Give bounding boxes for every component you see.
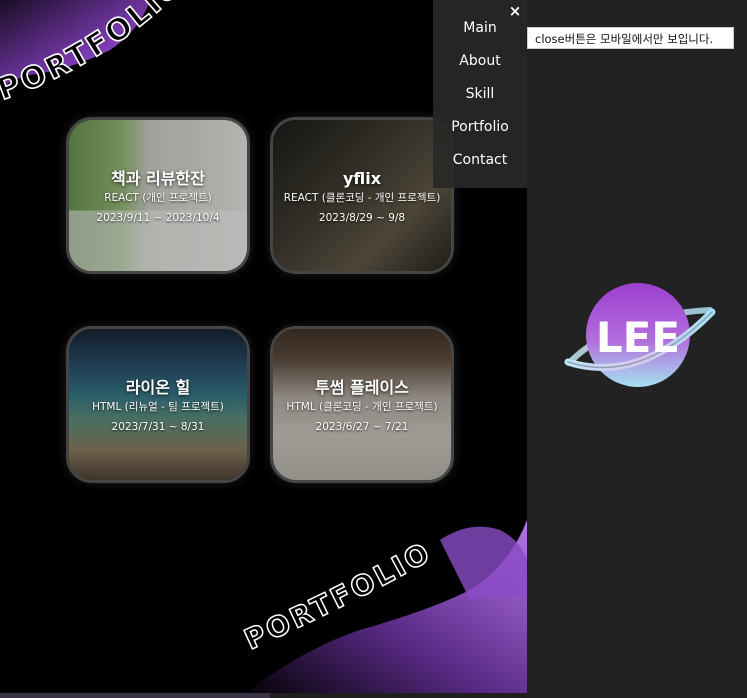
project-subtitle: HTML (리뉴얼 - 팀 프로젝트) <box>92 401 224 413</box>
nav-item-about[interactable]: About <box>433 51 527 71</box>
nav-item-skill[interactable]: Skill <box>433 84 527 104</box>
project-card[interactable]: 라이온 힐 HTML (리뉴얼 - 팀 프로젝트) 2023/7/31 ~ 8/… <box>66 326 250 483</box>
close-button[interactable]: × <box>508 2 522 20</box>
project-card[interactable]: yflix REACT (클론코딩 - 개인 프로젝트) 2023/8/29 ~… <box>270 117 454 274</box>
project-date: 2023/7/31 ~ 8/31 <box>111 421 205 433</box>
project-date: 2023/6/27 ~ 7/21 <box>315 421 409 433</box>
project-title: 투썸 플레이스 <box>315 378 409 397</box>
project-title: 라이온 힐 <box>125 378 191 397</box>
project-title: 책과 리뷰한잔 <box>111 169 205 188</box>
nav-item-contact[interactable]: Contact <box>433 150 527 170</box>
project-date: 2023/9/11 ~ 2023/10/4 <box>96 212 220 224</box>
lee-logo: LEE <box>564 283 716 387</box>
project-subtitle: REACT (개인 프로젝트) <box>104 192 212 204</box>
logo-text: LEE <box>596 313 680 362</box>
nav-item-portfolio[interactable]: Portfolio <box>433 117 527 137</box>
tooltip: close버튼은 모바일에서만 보입니다. <box>527 27 734 49</box>
project-card[interactable]: 투썸 플레이스 HTML (클론코딩 - 개인 프로젝트) 2023/6/27 … <box>270 326 454 483</box>
nav-menu: Main About Skill Portfolio Contact <box>433 0 527 188</box>
scrollbar-thumb[interactable] <box>0 693 270 698</box>
project-title: yflix <box>342 169 382 188</box>
project-date: 2023/8/29 ~ 9/8 <box>318 212 406 224</box>
project-subtitle: REACT (클론코딩 - 개인 프로젝트) <box>283 192 441 204</box>
portfolio-stage: PORTFOLIO PORTFOLIO 책과 리뷰한잔 REACT (개인 프로… <box>0 0 527 698</box>
project-card[interactable]: 책과 리뷰한잔 REACT (개인 프로젝트) 2023/9/11 ~ 2023… <box>66 117 250 274</box>
project-subtitle: HTML (클론코딩 - 개인 프로젝트) <box>286 401 438 413</box>
nav-item-main[interactable]: Main <box>433 18 527 38</box>
